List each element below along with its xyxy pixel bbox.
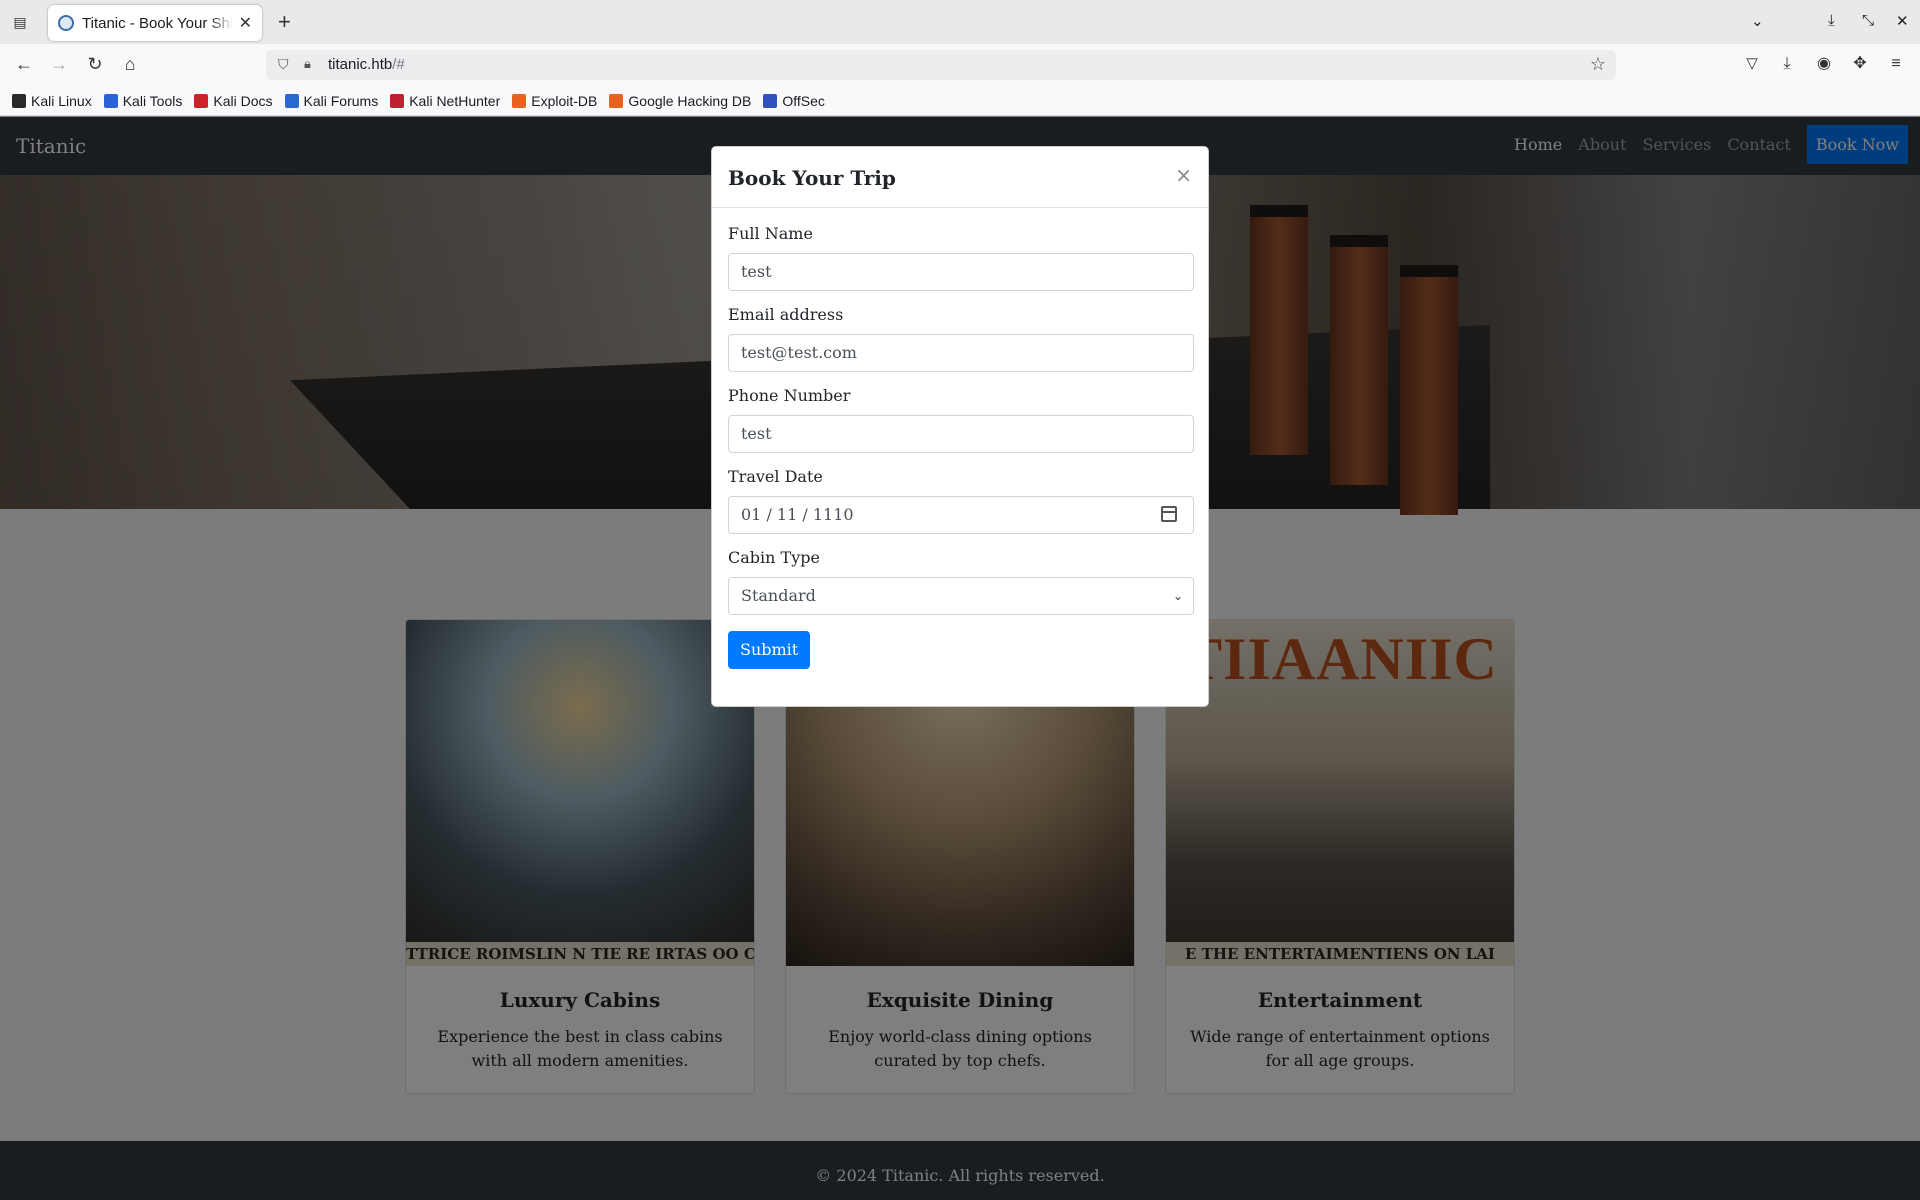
bookmark-star-icon[interactable]: ☆ [1590,54,1606,75]
url-text[interactable]: titanic.htb/# [328,56,405,73]
new-tab-icon[interactable]: + [278,10,291,34]
full-name-input[interactable]: test [728,253,1194,291]
tab-overflow-chevron-icon[interactable]: ⌄ [1751,12,1764,30]
minimize-icon[interactable]: ⤓ [1828,12,1835,29]
browser-tabbar: ▤ Titanic - Book Your Ship Trip ✕ + ⌄ ⤓ … [0,0,1920,44]
full-name-label: Full Name [728,224,813,243]
bookmark-item[interactable]: Google Hacking DB [609,93,751,109]
email-input[interactable]: test@test.com [728,334,1194,372]
restore-icon[interactable]: ⤡ [1862,12,1874,29]
extensions-icon[interactable]: ✥ [1848,53,1872,75]
calendar-icon[interactable] [1161,506,1177,522]
bookmark-favicon-icon [609,93,624,108]
home-icon[interactable]: ⌂ [118,53,142,75]
bookmark-favicon-icon [194,93,209,108]
phone-input[interactable]: test [728,415,1194,453]
bookmark-item[interactable]: Kali Docs [194,92,273,109]
tab-list-icon[interactable]: ▤ [10,12,30,32]
forward-icon[interactable]: → [47,53,71,75]
email-label: Email address [728,305,844,324]
bookmark-favicon-icon [512,93,527,108]
travel-date-group: Travel Date 01 / 11 / 1110 [728,467,1194,534]
cabin-type-value: Standard [741,586,816,605]
modal-title: Book Your Trip [728,166,896,190]
bookmark-label: Kali Linux [31,92,92,109]
bookmark-item[interactable]: Kali Linux [12,93,92,109]
tracking-shield-icon[interactable]: ⛉ [278,56,289,73]
submit-button[interactable]: Submit [728,631,811,669]
travel-date-label: Travel Date [728,467,823,486]
phone-group: Phone Number test [728,386,1194,453]
bookmark-item[interactable]: Exploit-DB [512,93,597,109]
menu-icon[interactable]: ≡ [1884,53,1908,75]
tab-favicon-icon [58,15,74,31]
bookmark-label: Exploit-DB [531,92,598,109]
bookmark-label: Kali Tools [122,92,183,109]
bookmark-favicon-icon [103,93,118,108]
url-path: /# [392,56,405,73]
tab-title: Titanic - Book Your Ship Trip [82,14,233,32]
travel-date-input[interactable]: 01 / 11 / 1110 [728,496,1194,534]
bookmark-favicon-icon [390,93,405,108]
bookmark-item[interactable]: Kali NetHunter [390,93,500,109]
bookmark-item[interactable]: Kali Tools [103,92,183,109]
booking-modal: Book Your Trip × Full Name test Email ad… [711,146,1209,707]
bookmark-item[interactable]: OffSec [763,93,825,109]
modal-body: Full Name test Email address test@test.c… [712,208,1208,669]
tab-close-icon[interactable]: ✕ [239,13,252,33]
email-group: Email address test@test.com [728,305,1194,372]
active-tab[interactable]: Titanic - Book Your Ship Trip ✕ [48,5,262,41]
bookmarks-bar: Kali Linux Kali Tools Kali Docs Kali Forums… [0,86,1920,116]
cabin-type-label: Cabin Type [728,548,820,567]
browser-toolbar: ← → ↻ ⌂ ⛉ 🔒︎ titanic.htb/# ☆ ▽ ⤓ ◉ ✥ ≡ [0,44,1920,86]
url-bar[interactable]: ⛉ 🔒︎ titanic.htb/# ☆ [266,50,1616,80]
cabin-type-select[interactable]: Standard ⌄ [728,577,1194,615]
chevron-down-icon: ⌄ [1172,589,1183,603]
bookmark-label: Kali Docs [213,92,273,109]
phone-label: Phone Number [728,386,851,405]
downloads-icon[interactable]: ⤓ [1775,53,1799,75]
cabin-type-group: Cabin Type Standard ⌄ [728,548,1194,615]
bookmark-favicon-icon [12,93,26,108]
web-page: Titanic Home About Services Contact Book… [0,117,1920,1200]
modal-header: Book Your Trip × [712,147,1208,208]
pocket-icon[interactable]: ▽ [1740,53,1764,75]
reload-icon[interactable]: ↻ [83,53,107,75]
back-icon[interactable]: ← [12,53,36,75]
url-host: titanic.htb [328,56,393,73]
modal-close-icon[interactable]: × [1175,163,1192,187]
bookmark-label: Google Hacking DB [628,92,752,109]
bookmark-favicon-icon [284,93,299,108]
bookmark-label: Kali Forums [303,92,379,109]
connection-lock-icon[interactable]: 🔒︎ [304,56,311,72]
travel-date-value: 01 / 11 / 1110 [741,505,854,524]
bookmark-item[interactable]: Kali Forums [284,92,379,109]
full-name-group: Full Name test [728,224,1194,291]
bookmark-label: Kali NetHunter [409,92,501,109]
bookmark-favicon-icon [763,93,778,108]
account-icon[interactable]: ◉ [1812,53,1836,75]
bookmark-label: OffSec [782,92,825,109]
window-close-icon[interactable]: ✕ [1896,12,1909,30]
